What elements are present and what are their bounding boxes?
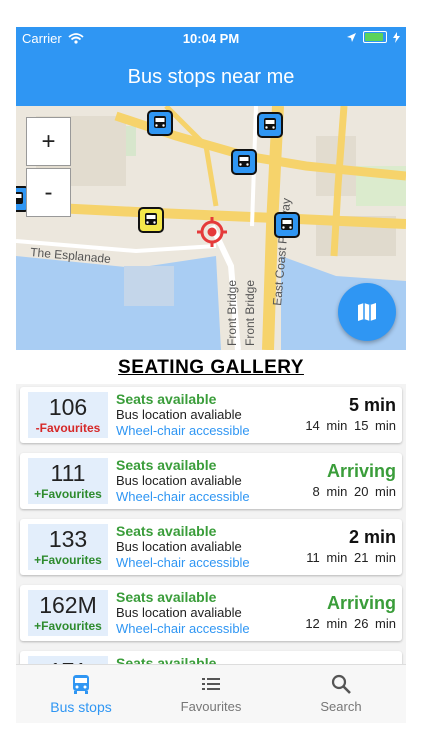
second-arrival: 11 min xyxy=(306,550,348,565)
next-arrival: 2 min xyxy=(348,527,396,547)
seats-status: Seats available xyxy=(116,655,217,664)
bus-card[interactable]: 162M +Favourites Seats available Bus loc… xyxy=(20,585,402,641)
following-arrivals: 14 min 15 min xyxy=(305,418,396,433)
bus-arrival-list[interactable]: 106 -Favourites Seats available Bus loca… xyxy=(16,384,406,664)
next-arrival: Arriving xyxy=(326,461,396,481)
following-arrivals: 8 min 20 min xyxy=(313,484,396,499)
list-icon xyxy=(202,678,220,690)
following-arrivals: 11 min 21 min xyxy=(306,550,396,565)
bus-card[interactable]: 106 -Favourites Seats available Bus loca… xyxy=(20,387,402,443)
app-header: Bus stops near me xyxy=(16,49,406,106)
water-area xyxy=(16,256,221,350)
route-badge: 111 +Favourites xyxy=(28,458,108,504)
tab-favourites[interactable]: Favourites xyxy=(146,673,276,714)
tab-search[interactable]: Search xyxy=(276,673,406,714)
second-arrival: 12 min xyxy=(305,616,348,631)
wheelchair-status: Wheel-chair accessible xyxy=(116,489,250,504)
route-badge: 133 +Favourites xyxy=(28,524,108,570)
location-status: Bus location avaliable xyxy=(116,473,242,488)
bus-info: Seats available Bus location avaliable W… xyxy=(116,589,250,637)
map-label-front-bridge-2: Front Bridge xyxy=(243,280,257,346)
arrival-times: Arriving 12 min 26 min xyxy=(305,593,396,631)
seats-status: Seats available xyxy=(116,391,217,407)
location-arrow-icon xyxy=(347,32,356,42)
route-number: 111 xyxy=(50,460,86,486)
bus-card[interactable]: 171 Seats available xyxy=(20,651,402,664)
third-arrival: 21 min xyxy=(353,550,396,565)
tab-label: Search xyxy=(320,699,362,714)
map-label-front-bridge-1: Front Bridge xyxy=(225,280,239,346)
bus-card[interactable]: 111 +Favourites Seats available Bus loca… xyxy=(20,453,402,509)
bus-stop-title: SEATING GALLERY xyxy=(118,357,304,378)
route-badge: 106 -Favourites xyxy=(28,392,108,438)
second-arrival: 14 min xyxy=(305,418,348,433)
location-status: Bus location avaliable xyxy=(116,605,242,620)
tab-label: Bus stops xyxy=(50,699,112,715)
selected-bus-stop-marker[interactable] xyxy=(138,207,164,233)
arrival-times: Arriving 8 min 20 min xyxy=(313,461,396,499)
bus-stop-marker[interactable] xyxy=(257,112,283,138)
location-status: Bus location avaliable xyxy=(116,539,242,554)
map-view[interactable]: The Esplanade Front Bridge Front Bridge … xyxy=(16,106,406,350)
favourite-toggle[interactable]: +Favourites xyxy=(28,553,108,567)
wheelchair-status: Wheel-chair accessible xyxy=(116,555,250,570)
third-arrival: 20 min xyxy=(353,484,396,499)
wheelchair-status: Wheel-chair accessible xyxy=(116,423,250,438)
zoom-in-button[interactable]: + xyxy=(26,117,71,166)
route-number: 162M xyxy=(39,592,97,618)
tab-label: Favourites xyxy=(180,699,242,714)
route-badge: 171 xyxy=(28,656,108,664)
seats-status: Seats available xyxy=(116,457,217,473)
following-arrivals: 12 min 26 min xyxy=(305,616,396,631)
arrival-times: 2 min 11 min 21 min xyxy=(306,527,396,565)
battery-icon xyxy=(363,31,387,43)
status-right xyxy=(346,31,400,43)
wheelchair-status: Wheel-chair accessible xyxy=(116,621,250,636)
zoom-out-button[interactable]: - xyxy=(26,168,71,217)
route-number: 171 xyxy=(28,657,108,664)
bridge-pier xyxy=(124,266,174,306)
bus-stop-name: SEATING GALLERY xyxy=(16,350,406,384)
bus-info: Seats available xyxy=(116,655,216,664)
bus-info: Seats available Bus location avaliable W… xyxy=(116,457,250,505)
bus-stop-marker[interactable] xyxy=(231,149,257,175)
next-arrival: Arriving xyxy=(326,593,396,613)
seats-status: Seats available xyxy=(116,523,217,539)
favourite-toggle[interactable]: +Favourites xyxy=(28,619,108,633)
tab-bar: Bus stops Favourites Search xyxy=(16,664,406,723)
my-location-icon xyxy=(197,217,227,247)
bus-card[interactable]: 133 +Favourites Seats available Bus loca… xyxy=(20,519,402,575)
favourite-toggle[interactable]: -Favourites xyxy=(28,421,108,435)
bus-info: Seats available Bus location avaliable W… xyxy=(116,391,250,439)
next-arrival: 5 min xyxy=(348,395,396,415)
app-screen: Carrier 10:04 PM Bus stops near me The E… xyxy=(16,27,406,723)
charging-icon xyxy=(393,31,400,43)
seats-status: Seats available xyxy=(116,589,217,605)
second-arrival: 8 min xyxy=(312,484,348,499)
bus-info: Seats available Bus location avaliable W… xyxy=(116,523,250,571)
route-number: 133 xyxy=(48,526,88,552)
page-title: Bus stops near me xyxy=(127,66,295,88)
route-badge: 162M +Favourites xyxy=(28,590,108,636)
bus-stop-marker[interactable] xyxy=(147,110,173,136)
location-status: Bus location avaliable xyxy=(116,407,242,422)
favourite-toggle[interactable]: +Favourites xyxy=(28,487,108,501)
status-bar: Carrier 10:04 PM xyxy=(16,27,406,49)
arrival-times: 5 min 14 min 15 min xyxy=(305,395,396,433)
search-icon xyxy=(331,674,351,694)
map-icon xyxy=(358,303,376,321)
map-toggle-button[interactable] xyxy=(338,283,396,341)
third-arrival: 15 min xyxy=(353,418,396,433)
bus-stop-marker[interactable] xyxy=(274,212,300,238)
third-arrival: 26 min xyxy=(353,616,396,631)
tab-bus-stops[interactable]: Bus stops xyxy=(16,673,146,715)
bus-icon xyxy=(73,675,89,694)
route-number: 106 xyxy=(48,394,88,420)
